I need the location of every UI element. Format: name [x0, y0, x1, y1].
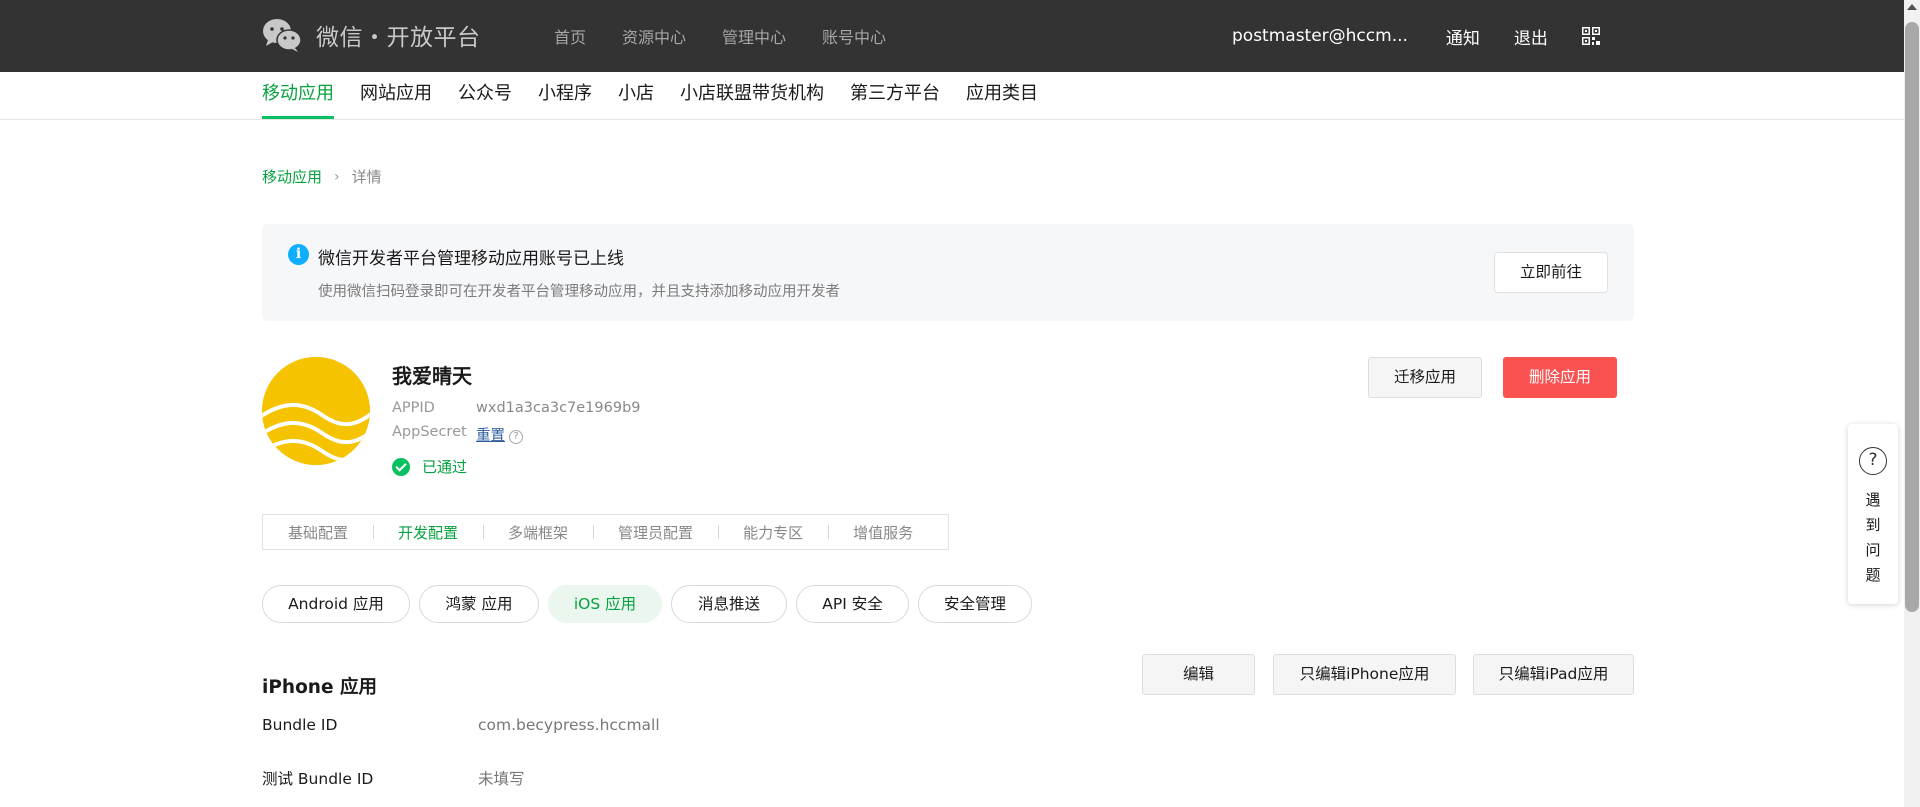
migrate-app-button[interactable]: 迁移应用: [1368, 357, 1482, 398]
breadcrumb-separator: ›: [334, 168, 340, 185]
edit-iphone-button[interactable]: 只编辑iPhone应用: [1273, 654, 1456, 695]
test-bundle-id-label: 测试 Bundle ID: [262, 770, 374, 788]
bundle-id-label: Bundle ID: [262, 716, 338, 734]
notice-title: 微信开发者平台管理移动应用账号已上线: [318, 249, 624, 269]
notice-banner: i 微信开发者平台管理移动应用账号已上线 使用微信扫码登录即可在开发者平台管理移…: [262, 224, 1634, 321]
tab-dev-config[interactable]: 开发配置: [373, 522, 483, 543]
app-avatar: [262, 357, 370, 465]
nav-account[interactable]: 账号中心: [822, 24, 886, 48]
top-header: 微信・开放平台 首页 资源中心 管理中心 账号中心 postmaster@hcc…: [0, 0, 1904, 72]
breadcrumb-parent[interactable]: 移动应用: [262, 166, 322, 187]
tab-mobile-app[interactable]: 移动应用: [262, 72, 334, 119]
tab-official-account[interactable]: 公众号: [458, 72, 512, 119]
tab-mini-program[interactable]: 小程序: [538, 72, 592, 119]
tab-capabilities[interactable]: 能力专区: [718, 522, 828, 543]
check-circle-icon: [392, 457, 410, 476]
qrcode-icon[interactable]: [1581, 27, 1600, 45]
edit-button[interactable]: 编辑: [1142, 654, 1255, 695]
appsecret-label: AppSecret: [392, 424, 467, 440]
app-name: 我爱晴天: [392, 364, 472, 388]
user-area: postmaster@hccm... 通知 退出: [1232, 0, 1600, 72]
breadcrumb-current: 详情: [351, 168, 382, 186]
pill-harmony[interactable]: 鸿蒙 应用: [419, 585, 539, 623]
help-question-icon[interactable]: ?: [509, 430, 523, 444]
pill-ios[interactable]: iOS 应用: [548, 585, 662, 623]
go-now-button[interactable]: 立即前往: [1494, 252, 1608, 293]
delete-app-button[interactable]: 删除应用: [1503, 357, 1617, 398]
appid-value: wxd1a3ca3c7e1969b9: [476, 400, 641, 416]
tab-admin-config[interactable]: 管理员配置: [593, 522, 718, 543]
logo-text: 微信・开放平台: [316, 25, 481, 51]
sun-wave-icon: [262, 357, 370, 465]
notify-link[interactable]: 通知: [1446, 24, 1480, 49]
tab-website-app[interactable]: 网站应用: [360, 72, 432, 119]
nav-resources[interactable]: 资源中心: [622, 24, 686, 48]
pill-push[interactable]: 消息推送: [671, 585, 787, 623]
review-status: 已通过: [392, 456, 467, 477]
reset-secret-link[interactable]: 重置: [476, 428, 505, 444]
bundle-id-value: com.becypress.hccmall: [478, 716, 660, 734]
pill-android[interactable]: Android 应用: [262, 585, 410, 623]
config-tabs: 基础配置 开发配置 多端框架 管理员配置 能力专区 增值服务: [262, 514, 949, 550]
nav-home[interactable]: 首页: [554, 24, 586, 48]
edit-ipad-button[interactable]: 只编辑iPad应用: [1473, 654, 1634, 695]
info-icon: i: [288, 244, 309, 265]
top-nav: 首页 资源中心 管理中心 账号中心: [554, 0, 922, 72]
wechat-logo[interactable]: 微信・开放平台: [262, 18, 481, 52]
test-bundle-id-value: 未填写: [478, 770, 525, 788]
breadcrumb: 移动应用 › 详情: [262, 166, 382, 187]
tabs-divider: [0, 119, 1904, 120]
category-tabs: 移动应用 网站应用 公众号 小程序 小店 小店联盟带货机构 第三方平台 应用类目: [262, 72, 1064, 119]
appsecret-actions: 重置?: [476, 424, 523, 445]
help-widget[interactable]: ? 遇到问题: [1848, 424, 1898, 604]
logout-link[interactable]: 退出: [1514, 24, 1548, 49]
nav-management[interactable]: 管理中心: [722, 24, 786, 48]
appid-label: APPID: [392, 400, 435, 416]
pill-api-security[interactable]: API 安全: [796, 585, 909, 623]
scroll-up-icon[interactable]: [1907, 4, 1917, 10]
tab-shop[interactable]: 小店: [618, 72, 654, 119]
scrollbar-thumb[interactable]: [1905, 22, 1919, 612]
wechat-logo-icon: [263, 19, 302, 52]
tab-multi-framework[interactable]: 多端框架: [483, 522, 593, 543]
help-text: 遇到问题: [1865, 491, 1881, 584]
platform-tabs: Android 应用 鸿蒙 应用 iOS 应用 消息推送 API 安全 安全管理: [262, 585, 1041, 623]
tab-value-added[interactable]: 增值服务: [828, 522, 938, 543]
user-email[interactable]: postmaster@hccm...: [1232, 26, 1408, 46]
pill-security-mgmt[interactable]: 安全管理: [918, 585, 1032, 623]
tab-basic-config[interactable]: 基础配置: [263, 522, 373, 543]
tab-shop-alliance[interactable]: 小店联盟带货机构: [680, 72, 824, 119]
tab-app-category[interactable]: 应用类目: [966, 72, 1038, 119]
status-text: 已通过: [422, 458, 468, 476]
iphone-section-title: iPhone 应用: [262, 677, 377, 698]
notice-subtitle: 使用微信扫码登录即可在开发者平台管理移动应用，并且支持添加移动应用开发者: [318, 284, 840, 300]
question-icon: ?: [1859, 447, 1887, 475]
tab-third-party[interactable]: 第三方平台: [850, 72, 940, 119]
